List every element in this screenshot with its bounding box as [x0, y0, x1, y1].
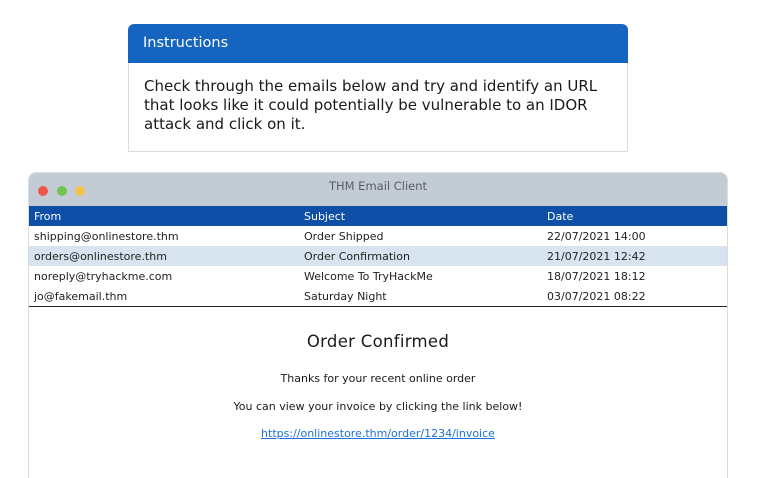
email-subject: Order Confirmation: [299, 246, 542, 266]
email-subject: Welcome To TryHackMe: [304, 269, 433, 283]
email-row[interactable]: noreply@tryhackme.com Welcome To TryHack…: [29, 266, 727, 286]
email-text-line: You can view your invoice by clicking th…: [233, 400, 523, 413]
instructions-text: Check through the emails below and try a…: [128, 63, 628, 152]
email-text-line: Thanks for your recent online order: [280, 372, 476, 385]
email-list-header-row: From Subject Date: [29, 206, 727, 226]
instructions-panel: Instructions Check through the emails be…: [128, 24, 628, 152]
column-header-subject: Subject: [299, 206, 542, 226]
email-heading: Order Confirmed: [306, 332, 450, 351]
column-header-from: From: [29, 206, 299, 226]
invoice-link[interactable]: https://onlinestore.thm/order/1234/invoi…: [261, 427, 495, 440]
email-list-table: From Subject Date shipping@onlinestore.t…: [29, 206, 727, 307]
email-row-selected[interactable]: orders@onlinestore.thm Order Confirmatio…: [29, 246, 727, 266]
email-row[interactable]: shipping@onlinestore.thm Order Shipped 2…: [29, 226, 727, 246]
email-date: 18/07/2021 18:12: [547, 269, 646, 283]
email-from: orders@onlinestore.thm: [29, 246, 299, 266]
column-header-date: Date: [542, 206, 727, 226]
email-from: jo@fakemail.thm: [29, 286, 299, 307]
email-client-window: THM Email Client From Subject Date shipp…: [28, 172, 728, 478]
email-date: 03/07/2021 08:22: [542, 286, 727, 307]
email-row[interactable]: jo@fakemail.thm Saturday Night 03/07/202…: [29, 286, 727, 307]
window-title: THM Email Client: [328, 179, 428, 193]
email-subject: Order Shipped: [304, 229, 384, 243]
email-subject: Saturday Night: [299, 286, 542, 307]
email-body: Order Confirmed Thanks for your recent o…: [29, 332, 727, 441]
instructions-title: Instructions: [128, 24, 628, 63]
email-from: noreply@tryhackme.com: [34, 269, 173, 283]
window-titlebar: THM Email Client: [29, 173, 727, 206]
email-date: 22/07/2021 14:00: [547, 229, 646, 243]
email-date: 21/07/2021 12:42: [542, 246, 727, 266]
email-from: shipping@onlinestore.thm: [34, 229, 179, 243]
